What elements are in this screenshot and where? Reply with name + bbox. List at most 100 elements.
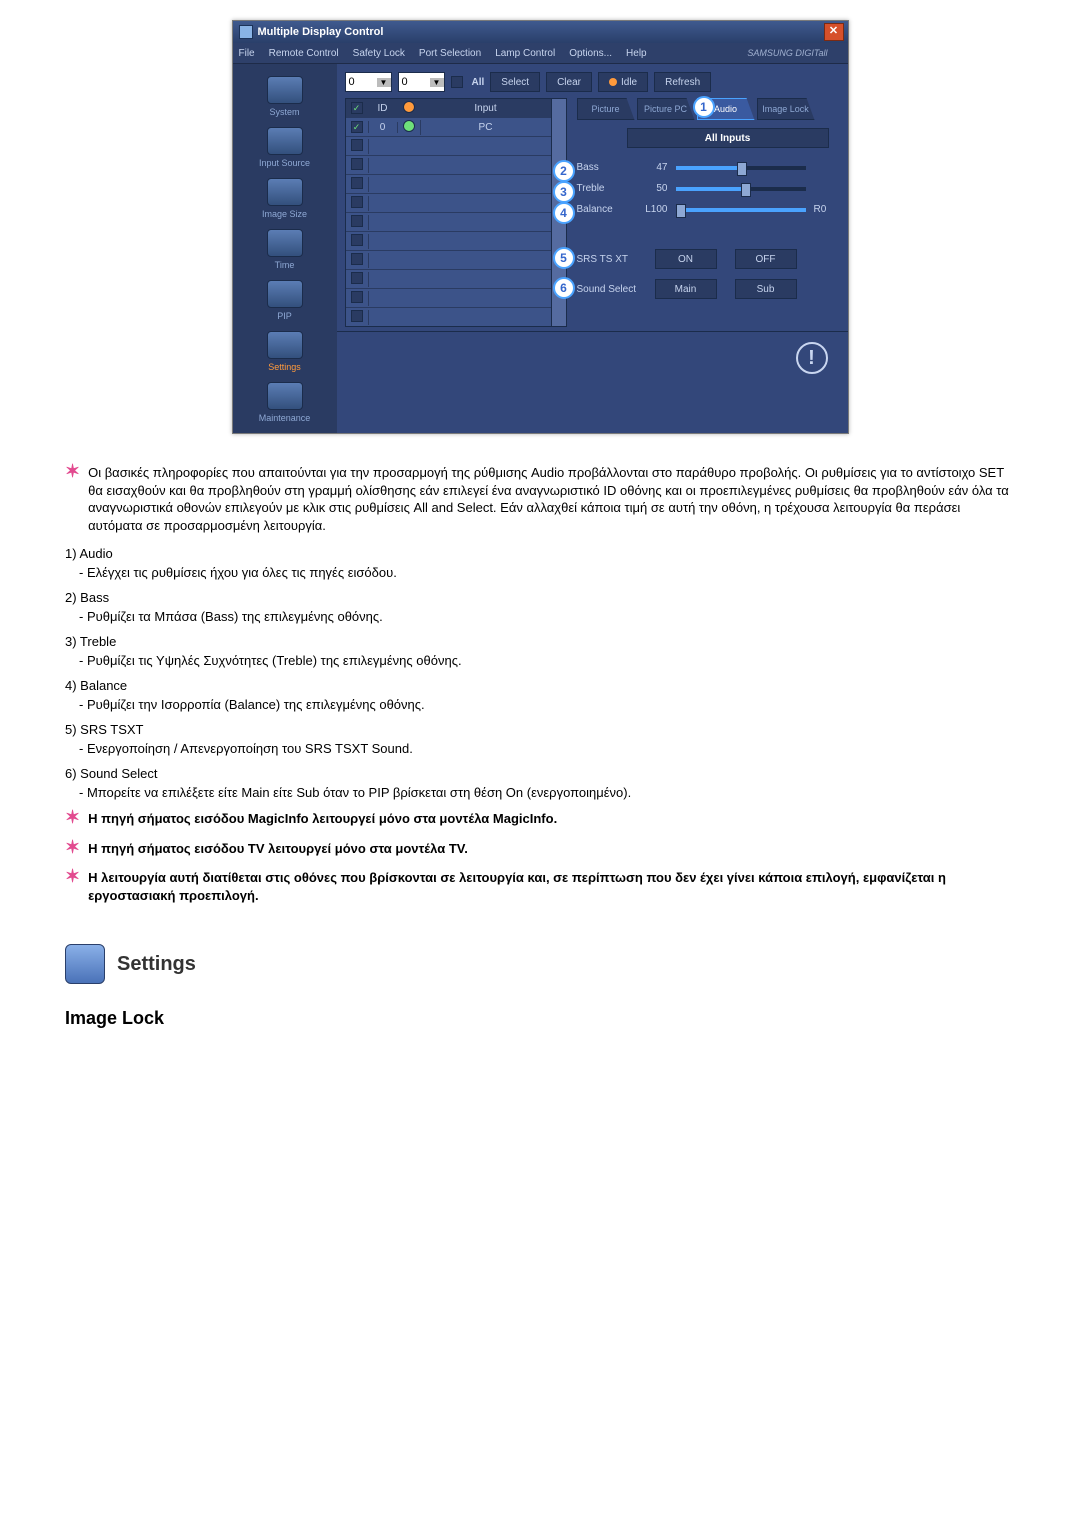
item-3-body: - Ρυθμίζει τις Υψηλές Συχνότητες (Treble… bbox=[79, 653, 1015, 668]
slider-thumb[interactable] bbox=[737, 162, 747, 176]
item-4-body: - Ρυθμίζει την Ισορροπία (Balance) της ε… bbox=[79, 697, 1015, 712]
status-dot-icon bbox=[403, 120, 415, 132]
sidebar-item-input[interactable]: Input Source bbox=[233, 127, 337, 168]
footer-bar: ! bbox=[337, 331, 848, 384]
idle-dot-icon bbox=[609, 78, 617, 86]
header-input: Input bbox=[421, 103, 551, 114]
note-1: Η πηγή σήματος εισόδου MagicInfo λειτουρ… bbox=[88, 810, 1015, 828]
all-inputs-button[interactable]: All Inputs bbox=[627, 128, 829, 148]
menu-help[interactable]: Help bbox=[626, 48, 647, 59]
row-check-icon[interactable] bbox=[351, 158, 363, 170]
star-icon: ✶ bbox=[65, 869, 80, 904]
header-status-icon bbox=[403, 101, 415, 113]
row-check-icon[interactable] bbox=[351, 139, 363, 151]
sound-sub-button[interactable]: Sub bbox=[735, 279, 797, 299]
window-title: Multiple Display Control bbox=[258, 26, 384, 38]
settings-icon bbox=[65, 944, 105, 984]
menu-port[interactable]: Port Selection bbox=[419, 48, 481, 59]
row-check-icon[interactable] bbox=[351, 177, 363, 189]
table-row[interactable] bbox=[346, 155, 551, 174]
menu-file[interactable]: File bbox=[239, 48, 255, 59]
all-label: All bbox=[472, 77, 485, 88]
note-2: Η πηγή σήματος εισόδου TV λειτουργεί μόν… bbox=[88, 840, 1015, 858]
tab-picture[interactable]: Picture bbox=[577, 98, 635, 120]
dropdown-2[interactable]: 0▼ bbox=[398, 72, 445, 92]
menu-safety[interactable]: Safety Lock bbox=[353, 48, 405, 59]
item-6-body: - Μπορείτε να επιλέξετε είτε Main είτε S… bbox=[79, 785, 1015, 800]
titlebar: Multiple Display Control ✕ bbox=[233, 21, 848, 43]
table-row[interactable] bbox=[346, 193, 551, 212]
app-icon bbox=[239, 25, 253, 39]
app-window: Multiple Display Control ✕ File Remote C… bbox=[232, 20, 849, 434]
tabs: Picture Picture PC Audio Image Lock 1 bbox=[577, 98, 840, 120]
display-table: ID Input 0 PC bbox=[345, 98, 552, 327]
table-row[interactable] bbox=[346, 212, 551, 231]
srs-on-button[interactable]: ON bbox=[655, 249, 717, 269]
row-check-icon[interactable] bbox=[351, 272, 363, 284]
brand-label: SAMSUNG DIGITall bbox=[747, 48, 827, 58]
content-area: 0▼ 0▼ All Select Clear Idle Refresh ID I… bbox=[337, 64, 848, 433]
item-6-head: 6) Sound Select bbox=[65, 766, 1015, 781]
table-row[interactable] bbox=[346, 269, 551, 288]
dropdown-1[interactable]: 0▼ bbox=[345, 72, 392, 92]
item-1-body: - Ελέγχει τις ρυθμίσεις ήχου για όλες τι… bbox=[79, 565, 1015, 580]
tab-imagelock[interactable]: Image Lock bbox=[757, 98, 815, 120]
menu-remote[interactable]: Remote Control bbox=[269, 48, 339, 59]
item-3-head: 3) Treble bbox=[65, 634, 1015, 649]
bass-slider[interactable]: 2 Bass 47 bbox=[577, 162, 840, 173]
star-icon: ✶ bbox=[65, 840, 80, 858]
balance-slider[interactable]: 4 Balance L100 R0 bbox=[577, 204, 840, 215]
sidebar-item-pip[interactable]: PIP bbox=[233, 280, 337, 321]
tab-picturepc[interactable]: Picture PC bbox=[637, 98, 695, 120]
checkbox-all[interactable] bbox=[451, 76, 463, 88]
note-3: Η λειτουργία αυτή διατίθεται στις οθόνες… bbox=[88, 869, 1015, 904]
sound-main-button[interactable]: Main bbox=[655, 279, 717, 299]
slider-thumb[interactable] bbox=[676, 204, 686, 218]
star-icon: ✶ bbox=[65, 810, 80, 828]
table-row[interactable] bbox=[346, 136, 551, 155]
intro-text: Οι βασικές πληροφορίες που απαιτούνται γ… bbox=[88, 464, 1015, 534]
header-check-icon[interactable] bbox=[351, 102, 363, 114]
refresh-button[interactable]: Refresh bbox=[654, 72, 711, 92]
srs-row: 5 SRS TS XT ON OFF bbox=[577, 249, 840, 269]
item-2-head: 2) Bass bbox=[65, 590, 1015, 605]
srs-off-button[interactable]: OFF bbox=[735, 249, 797, 269]
toolbar: 0▼ 0▼ All Select Clear Idle Refresh bbox=[337, 64, 848, 98]
clear-button[interactable]: Clear bbox=[546, 72, 592, 92]
menubar: File Remote Control Safety Lock Port Sel… bbox=[233, 43, 848, 64]
sidebar-item-maintenance[interactable]: Maintenance bbox=[233, 382, 337, 423]
treble-slider[interactable]: 3 Treble 50 bbox=[577, 183, 840, 194]
table-row[interactable] bbox=[346, 307, 551, 326]
table-row[interactable]: 0 PC bbox=[346, 117, 551, 136]
table-row[interactable] bbox=[346, 288, 551, 307]
row-check-icon[interactable] bbox=[351, 121, 363, 133]
page-subheading: Image Lock bbox=[65, 1008, 1015, 1029]
row-check-icon[interactable] bbox=[351, 291, 363, 303]
row-check-icon[interactable] bbox=[351, 215, 363, 227]
menu-options[interactable]: Options... bbox=[569, 48, 612, 59]
chevron-down-icon: ▼ bbox=[430, 78, 444, 87]
sidebar-item-settings[interactable]: Settings bbox=[233, 331, 337, 372]
section-title: Settings bbox=[117, 953, 196, 976]
row-check-icon[interactable] bbox=[351, 234, 363, 246]
select-button[interactable]: Select bbox=[490, 72, 540, 92]
idle-indicator: Idle bbox=[598, 72, 648, 92]
menu-lamp[interactable]: Lamp Control bbox=[495, 48, 555, 59]
slider-thumb[interactable] bbox=[741, 183, 751, 197]
sidebar-item-system[interactable]: System bbox=[233, 76, 337, 117]
table-row[interactable] bbox=[346, 174, 551, 193]
sidebar-item-imagesize[interactable]: Image Size bbox=[233, 178, 337, 219]
description-text: ✶ Οι βασικές πληροφορίες που απαιτούνται… bbox=[65, 464, 1015, 1029]
star-icon: ✶ bbox=[65, 464, 80, 534]
callout-4: 4 bbox=[553, 202, 575, 224]
sidebar: System Input Source Image Size Time PIP … bbox=[233, 64, 337, 433]
item-4-head: 4) Balance bbox=[65, 678, 1015, 693]
row-check-icon[interactable] bbox=[351, 310, 363, 322]
table-row[interactable] bbox=[346, 250, 551, 269]
sidebar-item-time[interactable]: Time bbox=[233, 229, 337, 270]
close-icon[interactable]: ✕ bbox=[824, 23, 844, 41]
row-check-icon[interactable] bbox=[351, 196, 363, 208]
item-5-head: 5) SRS TSXT bbox=[65, 722, 1015, 737]
table-row[interactable] bbox=[346, 231, 551, 250]
row-check-icon[interactable] bbox=[351, 253, 363, 265]
